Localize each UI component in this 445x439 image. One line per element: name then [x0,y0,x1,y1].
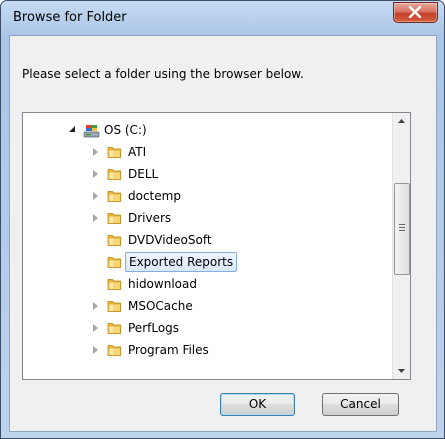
tree-item-label: DVDVideoSoft [128,233,212,247]
tree-item[interactable]: MSOCache [23,296,383,316]
scrollbar-thumb[interactable] [394,183,410,275]
ok-button[interactable]: OK [220,393,295,416]
folder-tree-rows: OS (C:) ATI DELL doctemp Drivers DVDVideoSoft… [23,113,392,379]
title-bar[interactable]: Browse for Folder [1,1,444,35]
collapsed-arrow-icon[interactable] [93,302,98,310]
collapsed-arrow-icon[interactable] [93,170,98,178]
folder-icon [107,277,122,291]
arrow-down-icon [398,369,405,373]
folder-icon [107,211,122,225]
tree-item[interactable]: DVDVideoSoft [23,230,383,250]
folder-icon [107,233,122,247]
thumb-grip-line [399,227,405,228]
tree-item[interactable]: Drivers [23,208,383,228]
cancel-button[interactable]: Cancel [322,393,399,416]
folder-icon [107,255,122,269]
tree-item-label: PerfLogs [128,321,180,335]
close-button[interactable] [393,2,438,23]
tree-item[interactable]: Program Files [23,340,383,360]
tree-item[interactable]: Exported Reports [23,252,383,272]
tree-item[interactable]: hidownload [23,274,383,294]
collapsed-arrow-icon[interactable] [93,346,98,354]
folder-tree[interactable]: OS (C:) ATI DELL doctemp Drivers DVDVideoSoft… [22,112,411,380]
tree-item[interactable]: OS (C:) [23,120,383,140]
arrow-up-icon [398,119,405,123]
collapsed-arrow-icon[interactable] [93,192,98,200]
window-title: Browse for Folder [13,10,127,25]
scroll-down-button[interactable] [393,362,410,379]
folder-icon [107,299,122,313]
thumb-grip-line [399,224,405,225]
collapsed-arrow-icon[interactable] [93,324,98,332]
tree-item-label: ATI [128,145,147,159]
scroll-up-button[interactable] [393,113,410,130]
expanded-arrow-icon[interactable] [69,126,75,132]
folder-icon [107,189,122,203]
collapsed-arrow-icon[interactable] [93,148,98,156]
browse-for-folder-window: Browse for Folder Please select a folder… [0,0,445,439]
collapsed-arrow-icon[interactable] [93,214,98,222]
tree-item-label: doctemp [128,189,181,203]
tree-item-label: OS (C:) [104,123,147,137]
drive-icon [83,123,100,138]
folder-icon [107,167,122,181]
tree-item[interactable]: DELL [23,164,383,184]
close-icon [408,6,422,18]
tree-item-label: hidownload [128,277,197,291]
thumb-grip-line [399,230,405,231]
tree-item-label: Program Files [128,343,209,357]
folder-icon [107,145,122,159]
tree-item-label: MSOCache [128,299,193,313]
tree-item-label: DELL [128,167,159,181]
dialog-prompt: Please select a folder using the browser… [22,67,304,81]
tree-item-label: Exported Reports [125,252,238,272]
tree-item[interactable]: ATI [23,142,383,162]
tree-item-label: Drivers [128,211,172,225]
folder-icon [107,343,122,357]
vertical-scrollbar[interactable] [392,113,410,379]
tree-item[interactable]: PerfLogs [23,318,383,338]
folder-icon [107,321,122,335]
dialog-client-area: Please select a folder using the browser… [9,35,437,432]
tree-item[interactable]: doctemp [23,186,383,206]
